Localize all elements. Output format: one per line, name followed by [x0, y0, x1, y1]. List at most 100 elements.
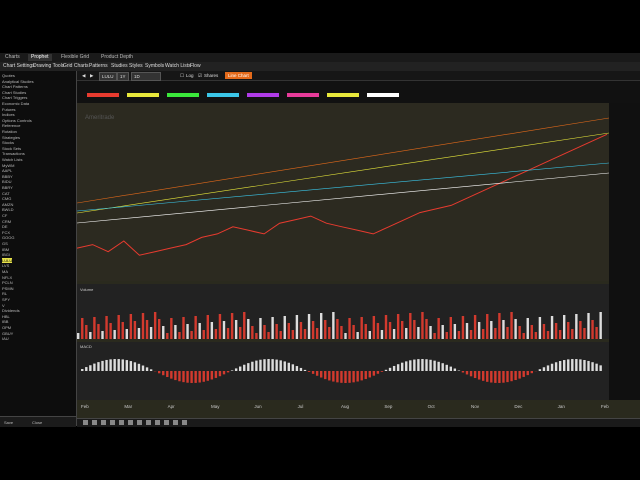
symbol-list-item[interactable]: PCLN — [2, 280, 13, 285]
menu-chart-settings[interactable]: Chart Settings — [3, 63, 35, 70]
symbol-list-item[interactable]: SPY — [2, 297, 10, 302]
study-swatch[interactable] — [327, 93, 359, 97]
symbol-list-item[interactable]: V — [2, 303, 5, 308]
drawing-tool-icon[interactable] — [137, 420, 142, 425]
symbol-list-item[interactable]: MA — [2, 269, 8, 274]
symbol-list-item[interactable]: BWLD — [2, 207, 14, 212]
symbol-list-item[interactable]: HBL — [2, 314, 10, 319]
menu-studies[interactable]: Studies — [111, 63, 128, 70]
symbol-list-item[interactable]: FCX — [2, 230, 10, 235]
symbol-list-item[interactable]: GBUY — [2, 331, 13, 336]
symbol-list-item[interactable]: AAPL — [2, 168, 12, 173]
symbol-list-item[interactable]: BIDU — [2, 179, 12, 184]
symbol-list-item[interactable]: Transactions — [2, 151, 25, 156]
symbol-list-item[interactable]: CRM — [2, 219, 11, 224]
symbol-list-item[interactable]: BBBY — [2, 174, 13, 179]
study-swatch[interactable] — [167, 93, 199, 97]
shares-checkbox[interactable]: ☑ — [198, 72, 202, 79]
drawing-tool-icon[interactable] — [182, 420, 187, 425]
line-chart-button[interactable]: Line Chart — [225, 72, 252, 79]
symbol-list-item[interactable]: GS — [2, 241, 8, 246]
price-chart[interactable]: Ameritrade Volume MACD Feb Mar Apr May Jun Ju… — [77, 103, 640, 418]
drawing-tool-icon[interactable] — [119, 420, 124, 425]
symbol-list-item[interactable]: BBRY — [2, 185, 13, 190]
symbol-list-item[interactable]: IBM — [2, 247, 9, 252]
symbol-list-item[interactable]: Analytical Studies — [2, 79, 34, 84]
study-swatch[interactable] — [367, 93, 399, 97]
symbol-list-item[interactable]: LULU — [2, 257, 13, 263]
oscillator-bar — [368, 371, 371, 378]
drawing-tool-icon[interactable] — [173, 420, 178, 425]
menu-styles[interactable]: Styles — [129, 63, 143, 70]
symbol-list-item[interactable]: Indices — [2, 112, 15, 117]
symbol-list-item[interactable]: Stock Sets — [2, 146, 21, 151]
drawing-tool-icon[interactable] — [128, 420, 133, 425]
save-button[interactable]: Save — [4, 420, 13, 425]
symbol-input[interactable]: LULU — [99, 72, 117, 81]
symbol-list-item[interactable]: Chart Patterns — [2, 84, 28, 89]
drawing-tool-icon[interactable] — [110, 420, 115, 425]
symbol-list-item[interactable]: Chart Studies — [2, 90, 26, 95]
tab-charts[interactable]: Charts — [2, 54, 23, 61]
study-swatch[interactable] — [87, 93, 119, 97]
close-button[interactable]: Close — [32, 420, 42, 425]
study-swatch[interactable] — [207, 93, 239, 97]
symbol-list-item[interactable]: AMZN — [2, 202, 13, 207]
drawing-tool-icon[interactable] — [155, 420, 160, 425]
tab-flexible-grid[interactable]: Flexible Grid — [58, 54, 92, 61]
oscillator-bar — [469, 371, 473, 377]
tab-product-depth[interactable]: Product Depth — [98, 54, 136, 61]
symbol-list-item[interactable]: MyWM — [2, 163, 14, 168]
symbol-list-item[interactable]: IAU — [2, 336, 9, 341]
x-tick-label: Jan — [558, 404, 566, 409]
drawing-tool-icon[interactable] — [164, 420, 169, 425]
menu-symbols[interactable]: Symbols — [145, 63, 164, 70]
symbol-list-item[interactable]: DE — [2, 224, 8, 229]
symbol-list-item[interactable]: Chart Triggers — [2, 95, 27, 100]
log-checkbox[interactable]: ☐ — [180, 72, 184, 79]
symbol-list-item[interactable]: CMG — [2, 196, 11, 201]
menu-drawing-tools[interactable]: Drawing Tools — [33, 63, 64, 70]
menu-grid-charts[interactable]: Grid Charts — [63, 63, 89, 70]
oscillator-bar — [558, 361, 562, 371]
study-swatch[interactable] — [127, 93, 159, 97]
symbol-list-item[interactable]: Economic Data — [2, 101, 29, 106]
volume-bar — [291, 330, 295, 339]
symbol-list-item[interactable]: RL — [2, 291, 7, 296]
interval-select[interactable]: 1D — [131, 72, 161, 81]
symbol-list-item[interactable]: Watch Lists — [2, 157, 23, 162]
symbol-list-item[interactable]: IBB — [2, 319, 8, 324]
symbol-list-item[interactable]: NFLX — [2, 275, 12, 280]
symbol-list-item[interactable]: Options Controls — [2, 118, 32, 123]
symbol-list-item[interactable]: Stocks — [2, 140, 14, 145]
symbol-list-item[interactable]: CF — [2, 213, 7, 218]
symbol-list-item[interactable]: CAT — [2, 191, 10, 196]
symbol-list-item[interactable]: Strategies — [2, 135, 20, 140]
symbol-list-item[interactable]: Rotation — [2, 129, 17, 134]
drawing-tool-icon[interactable] — [83, 420, 88, 425]
symbol-list-item[interactable]: Reference — [2, 123, 20, 128]
tab-prophet[interactable]: Prophet — [28, 54, 52, 61]
symbol-list-item[interactable]: Quotes — [2, 73, 15, 78]
period-select[interactable]: 1Y — [117, 72, 129, 81]
oscillator-bar — [453, 368, 457, 371]
x-tick-label: Sep — [384, 404, 393, 409]
forward-arrow-icon[interactable]: ▶ — [90, 72, 93, 79]
drawing-tool-icon[interactable] — [146, 420, 151, 425]
symbol-list-item[interactable]: Futures — [2, 107, 16, 112]
symbol-list-item[interactable]: IBGI — [2, 252, 10, 257]
menu-patterns[interactable]: Patterns — [89, 63, 108, 70]
symbol-list-item[interactable]: LVS — [2, 263, 9, 268]
symbol-list-item[interactable]: GOOG — [2, 235, 14, 240]
drawing-tool-icon[interactable] — [101, 420, 106, 425]
menu-flow[interactable]: Flow — [190, 63, 201, 70]
symbol-list-item[interactable]: PSMN — [2, 286, 14, 291]
study-swatch[interactable] — [247, 93, 279, 97]
symbol-list-item[interactable]: Dividends — [2, 308, 20, 313]
volume-panel — [77, 284, 609, 339]
symbol-list-item[interactable]: OPM — [2, 325, 11, 330]
drawing-tool-icon[interactable] — [92, 420, 97, 425]
menu-watch-lists[interactable]: Watch Lists — [165, 63, 191, 70]
study-swatch[interactable] — [287, 93, 319, 97]
back-arrow-icon[interactable]: ◀ — [82, 72, 85, 79]
